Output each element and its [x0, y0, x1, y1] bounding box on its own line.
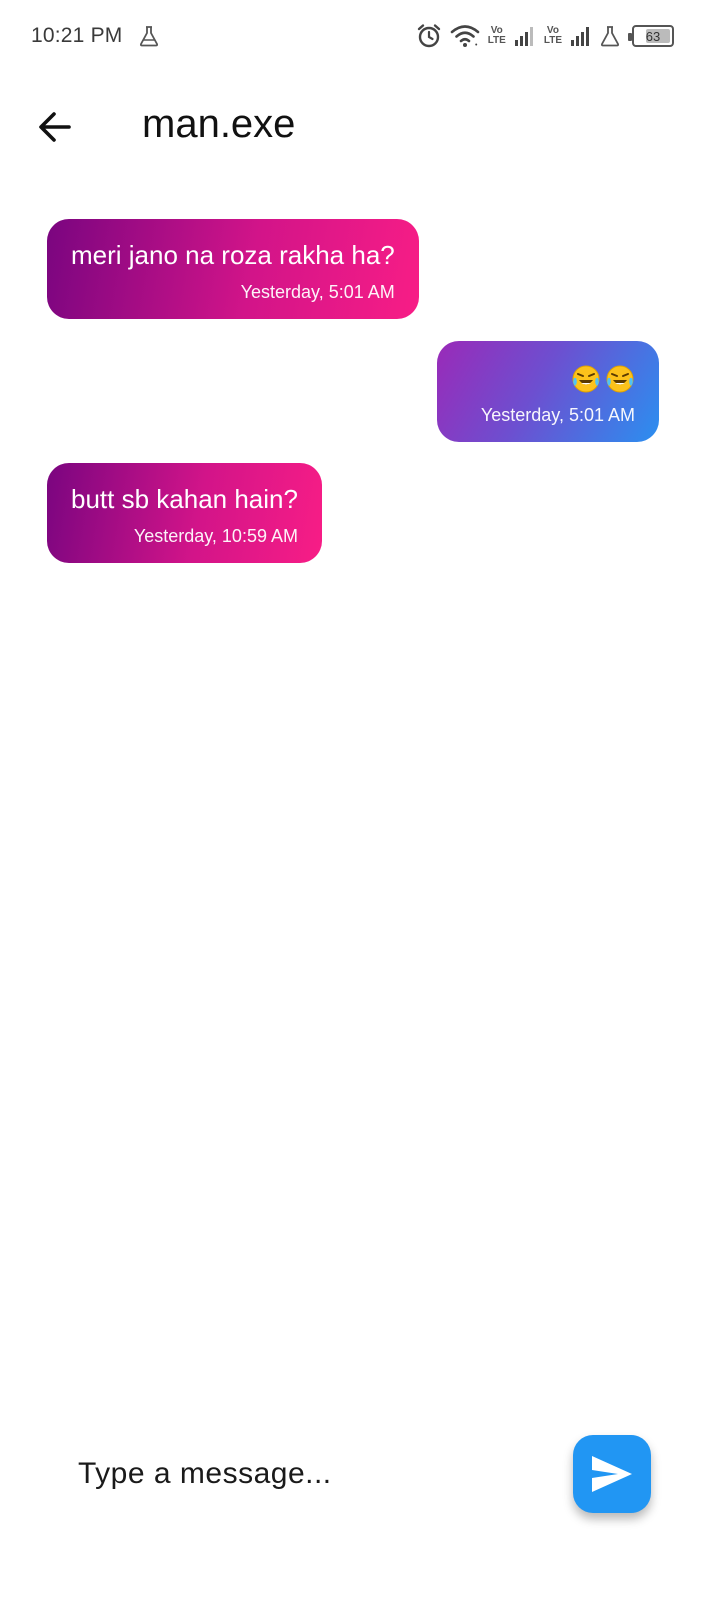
volte-icon: Vo LTE — [544, 26, 562, 46]
message-input[interactable] — [62, 1440, 542, 1508]
chat-title: man.exe — [142, 102, 296, 146]
message-emoji-row — [461, 361, 635, 394]
signal-icon — [570, 25, 592, 47]
flask-icon — [600, 25, 620, 47]
rolling-laughing-emoji-icon — [606, 365, 634, 393]
battery-icon: 63 — [628, 25, 674, 47]
back-button[interactable] — [34, 106, 76, 148]
message-text: meri jano na roza rakha ha? — [71, 240, 395, 270]
flask-icon — [139, 25, 159, 47]
battery-level: 63 — [645, 28, 661, 44]
message-composer — [0, 1420, 720, 1530]
send-button[interactable] — [573, 1435, 651, 1513]
message-text: butt sb kahan hain? — [71, 484, 298, 514]
message-time: Yesterday, 5:01 AM — [480, 405, 635, 426]
alarm-icon — [416, 23, 442, 49]
status-right: • Vo LTE Vo LTE 63 — [416, 23, 674, 49]
rolling-laughing-emoji-icon — [572, 365, 600, 393]
message-bubble-received[interactable]: butt sb kahan hain? Yesterday, 10:59 AM — [47, 463, 322, 563]
chat-screen: 10:21 PM • Vo LTE Vo LTE 63 man.exe meri… — [0, 0, 720, 1600]
signal-icon — [514, 25, 536, 47]
message-time: Yesterday, 10:59 AM — [133, 526, 298, 546]
arrow-left-icon — [39, 112, 71, 142]
app-bar: man.exe — [0, 84, 720, 168]
volte-bottom-label: LTE — [487, 35, 506, 46]
status-bar: 10:21 PM • Vo LTE Vo LTE 63 — [0, 0, 720, 72]
send-icon — [592, 1456, 632, 1492]
volte-icon: Vo LTE — [488, 26, 506, 46]
volte-bottom-label: LTE — [543, 35, 562, 46]
message-bubble-received[interactable]: meri jano na roza rakha ha? Yesterday, 5… — [47, 219, 419, 319]
message-bubble-sent[interactable]: Yesterday, 5:01 AM — [437, 341, 659, 443]
status-time: 10:21 PM — [31, 24, 123, 47]
status-left: 10:21 PM — [31, 24, 159, 48]
svg-text:•: • — [475, 42, 478, 48]
message-time: Yesterday, 5:01 AM — [240, 282, 395, 302]
wifi-icon: • — [450, 24, 480, 48]
